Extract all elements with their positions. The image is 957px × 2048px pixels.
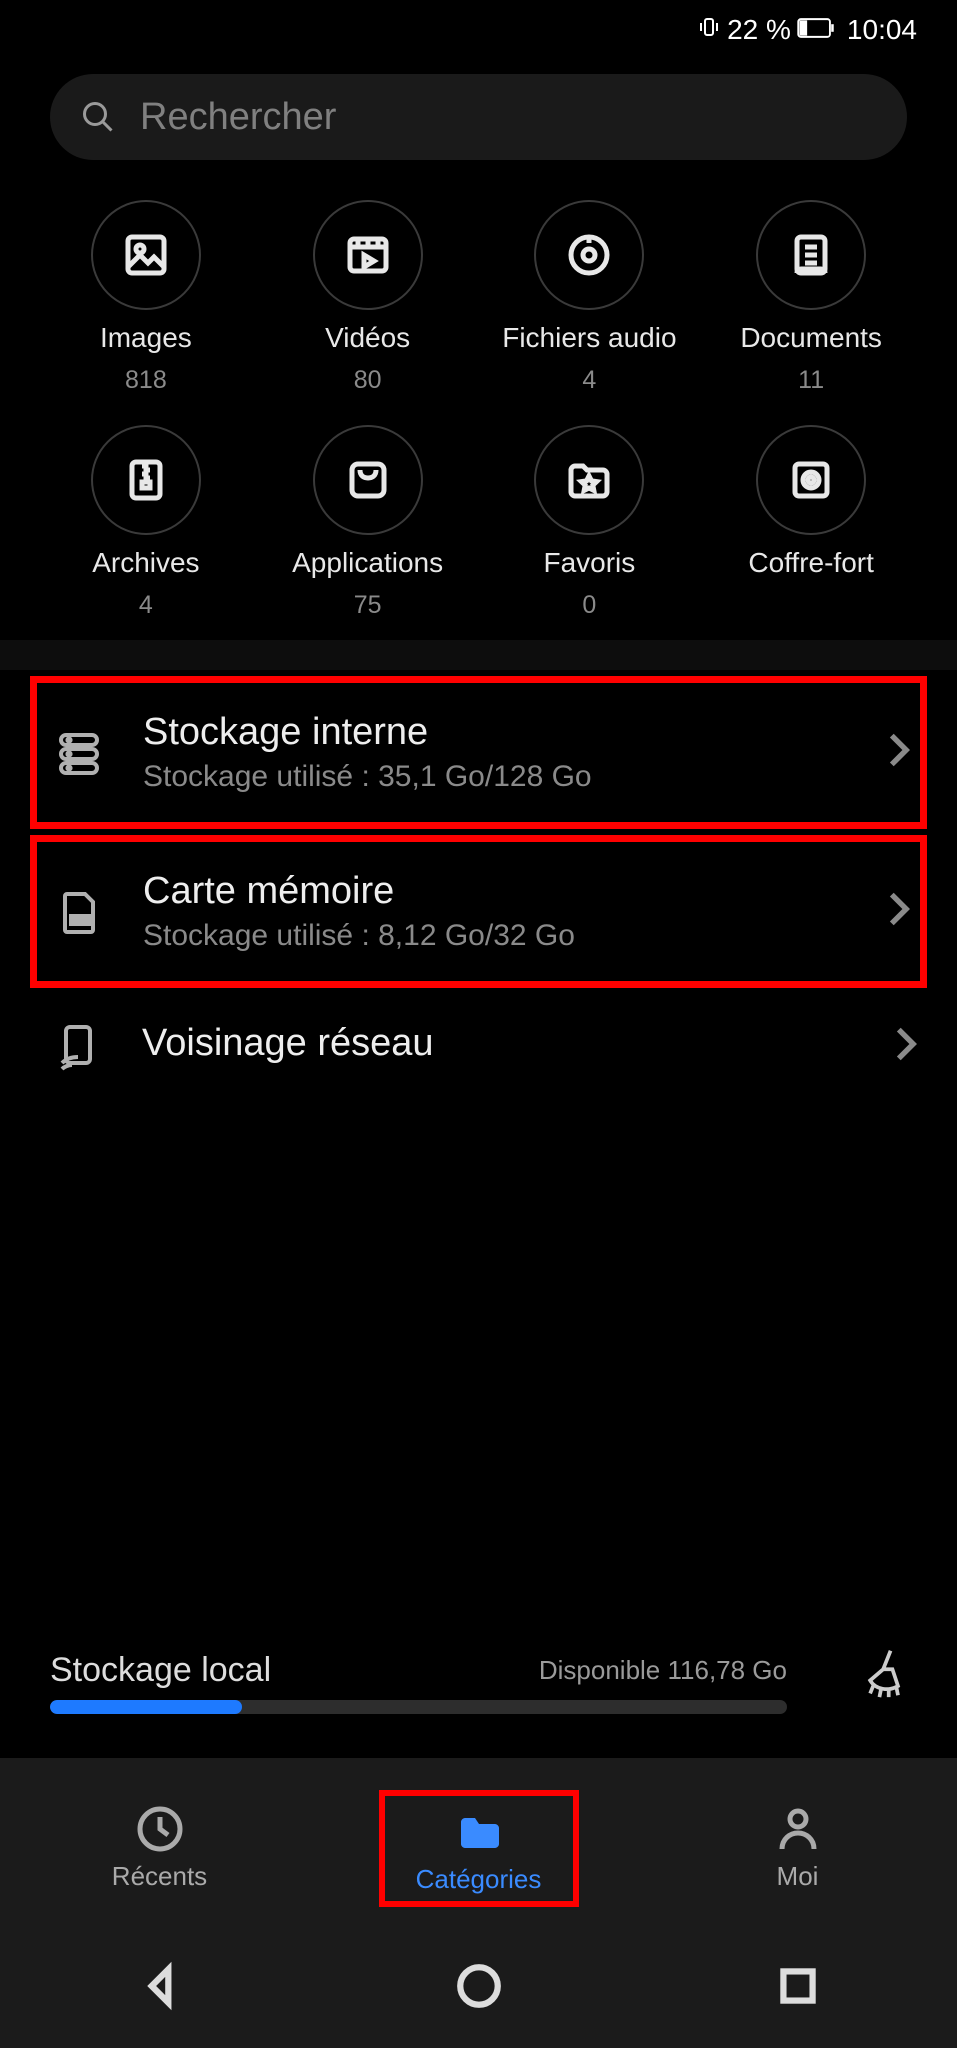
archive-icon [122,456,170,504]
search-icon [80,99,116,135]
storage-subtitle: Stockage utilisé : 35,1 Go/128 Go [143,760,852,794]
category-count: 0 [582,591,596,620]
safe-icon [787,456,835,504]
battery-icon [797,14,835,46]
nav-label: Catégories [416,1864,542,1895]
category-count: 4 [582,366,596,395]
search-placeholder: Rechercher [140,96,336,139]
home-button[interactable] [454,1961,504,2016]
category-label: Fichiers audio [502,322,676,354]
storage-progress-bar [50,1700,787,1714]
nav-categories[interactable]: Catégories [379,1790,579,1907]
category-label: Favoris [543,547,635,579]
document-icon [787,231,835,279]
video-icon [344,231,392,279]
clock-icon [136,1805,184,1853]
storage-title: Stockage interne [143,711,852,754]
storage-subtitle: Stockage utilisé : 8,12 Go/32 Go [143,919,852,953]
sdcard-icon [51,888,107,936]
category-label: Coffre-fort [748,547,874,579]
category-count: 4 [139,591,153,620]
category-documents[interactable]: Documents 11 [705,200,917,395]
category-images[interactable]: Images 818 [40,200,252,395]
category-safe[interactable]: Coffre-fort [705,425,917,620]
category-applications[interactable]: Applications 75 [262,425,474,620]
chevron-right-icon [888,891,910,932]
cleanup-button[interactable] [861,1647,909,1704]
vibrate-icon [697,14,721,46]
category-audio[interactable]: Fichiers audio 4 [484,200,696,395]
category-count: 818 [125,366,167,395]
storage-title: Carte mémoire [143,870,852,913]
category-count: 11 [798,366,824,395]
person-icon [774,1805,822,1853]
category-videos[interactable]: Vidéos 80 [262,200,474,395]
chevron-right-icon [895,1026,917,1067]
search-input[interactable]: Rechercher [50,74,907,160]
system-nav-bar [0,1928,957,2048]
storage-network[interactable]: Voisinage réseau [0,994,957,1099]
status-bar: 22 % 10:04 [0,0,957,60]
category-count: 80 [354,366,382,395]
network-device-icon [50,1023,106,1071]
category-label: Archives [92,547,199,579]
nav-label: Récents [112,1861,207,1892]
bottom-nav: Récents Catégories Moi [0,1758,957,1928]
image-icon [122,231,170,279]
nav-recent[interactable]: Récents [60,1805,260,1892]
apps-icon [344,456,392,504]
folder-icon [455,1808,503,1856]
category-favorites[interactable]: Favoris 0 [484,425,696,620]
storage-internal[interactable]: Stockage interne Stockage utilisé : 35,1… [30,676,927,829]
category-label: Documents [740,322,882,354]
storage-sdcard[interactable]: Carte mémoire Stockage utilisé : 8,12 Go… [30,835,927,988]
storage-title: Voisinage réseau [142,1022,859,1065]
storage-progress-fill [50,1700,242,1714]
internal-storage-icon [51,729,107,777]
battery-percent: 22 % [727,14,791,46]
category-label: Vidéos [325,322,410,354]
section-divider [0,640,957,670]
nav-me[interactable]: Moi [698,1805,898,1892]
local-storage-summary: Stockage local Disponible 116,78 Go [0,1651,837,1728]
local-storage-title: Stockage local [50,1651,271,1690]
category-label: Applications [292,547,443,579]
nav-label: Moi [777,1861,819,1892]
category-label: Images [100,322,192,354]
chevron-right-icon [888,732,910,773]
category-count: 75 [354,591,382,620]
audio-icon [565,231,613,279]
category-grid: Images 818 Vidéos 80 Fichiers audio 4 Do… [0,170,957,640]
category-archives[interactable]: Archives 4 [40,425,252,620]
local-storage-available: Disponible 116,78 Go [539,1655,787,1686]
storage-list: Stockage interne Stockage utilisé : 35,1… [0,676,957,1099]
clock-time: 10:04 [847,14,917,46]
overview-button[interactable] [773,1961,823,2016]
favorite-icon [565,456,613,504]
back-button[interactable] [135,1961,185,2016]
